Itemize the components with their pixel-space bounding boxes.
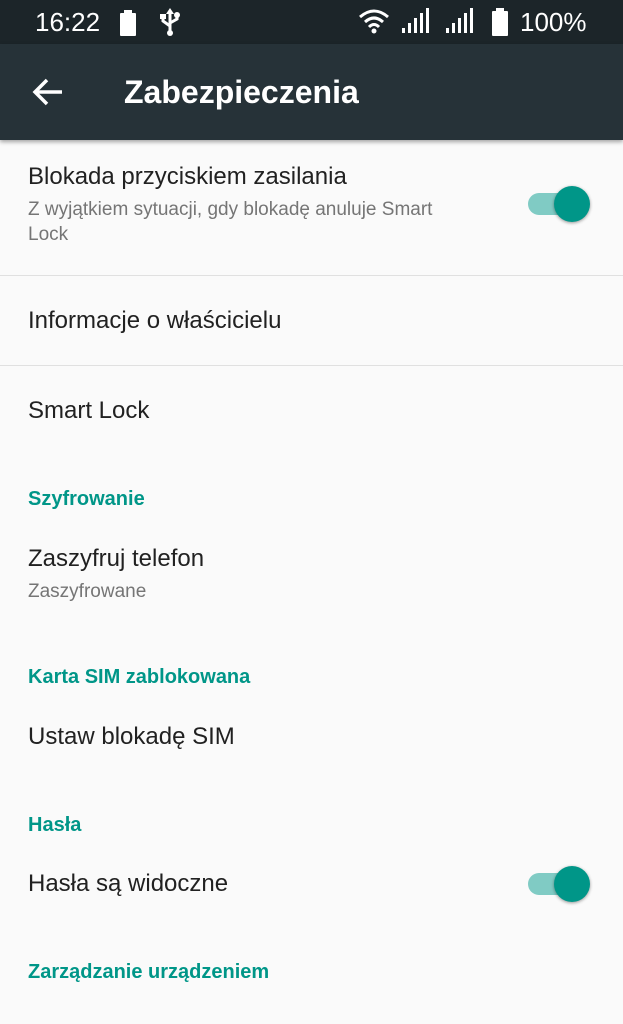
switch-thumb: [554, 866, 590, 902]
power-lock-toggle[interactable]: [528, 184, 590, 224]
show-passwords-setting[interactable]: Hasła są widoczne: [0, 852, 623, 918]
setting-title: Blokada przyciskiem zasilania: [28, 163, 347, 190]
setting-summary: Zaszyfrowane: [28, 581, 147, 602]
signal-icon: [446, 8, 473, 33]
power-button-lock-setting[interactable]: Blokada przyciskiem zasilania Z wyjątkie…: [0, 140, 623, 275]
sim-lock-setting[interactable]: Ustaw blokadę SIM: [0, 706, 623, 772]
section-header-encryption: Szyfrowanie: [28, 488, 145, 510]
wifi-icon: [359, 9, 389, 34]
section-header-passwords: Hasła: [28, 814, 82, 836]
owner-info-setting[interactable]: Informacje o właścicielu: [0, 276, 623, 364]
section-header-device-admin: Zarządzanie urządzeniem: [28, 961, 270, 983]
battery-percent: 100%: [520, 7, 587, 37]
smart-lock-setting[interactable]: Smart Lock: [0, 366, 623, 456]
setting-title: Zaszyfruj telefon: [28, 545, 205, 572]
encrypt-phone-setting[interactable]: Zaszyfruj telefon Zaszyfrowane: [0, 530, 623, 620]
switch-thumb: [554, 186, 590, 222]
battery-icon: [492, 8, 508, 36]
setting-title: Ustaw blokadę SIM: [28, 723, 235, 750]
arrow-left-icon: [32, 78, 62, 106]
setting-title: Informacje o właścicielu: [28, 307, 282, 334]
status-bar: 16:22 100%: [0, 0, 623, 44]
section-header-sim: Karta SIM zablokowana: [28, 666, 251, 688]
status-time: 16:22: [35, 7, 101, 37]
setting-summary: Z wyjątkiem sytuacji, gdy blokadę anuluj…: [28, 199, 433, 245]
battery-small-icon: [120, 10, 136, 36]
setting-title: Smart Lock: [28, 397, 150, 424]
setting-title: Hasła są widoczne: [28, 870, 229, 897]
show-passwords-toggle[interactable]: [528, 864, 590, 904]
signal-icon: [402, 8, 429, 33]
usb-icon: [160, 8, 180, 36]
back-button[interactable]: [20, 68, 76, 116]
page-title: Zabezpieczenia: [124, 74, 359, 110]
app-bar: Zabezpieczenia: [0, 44, 623, 140]
